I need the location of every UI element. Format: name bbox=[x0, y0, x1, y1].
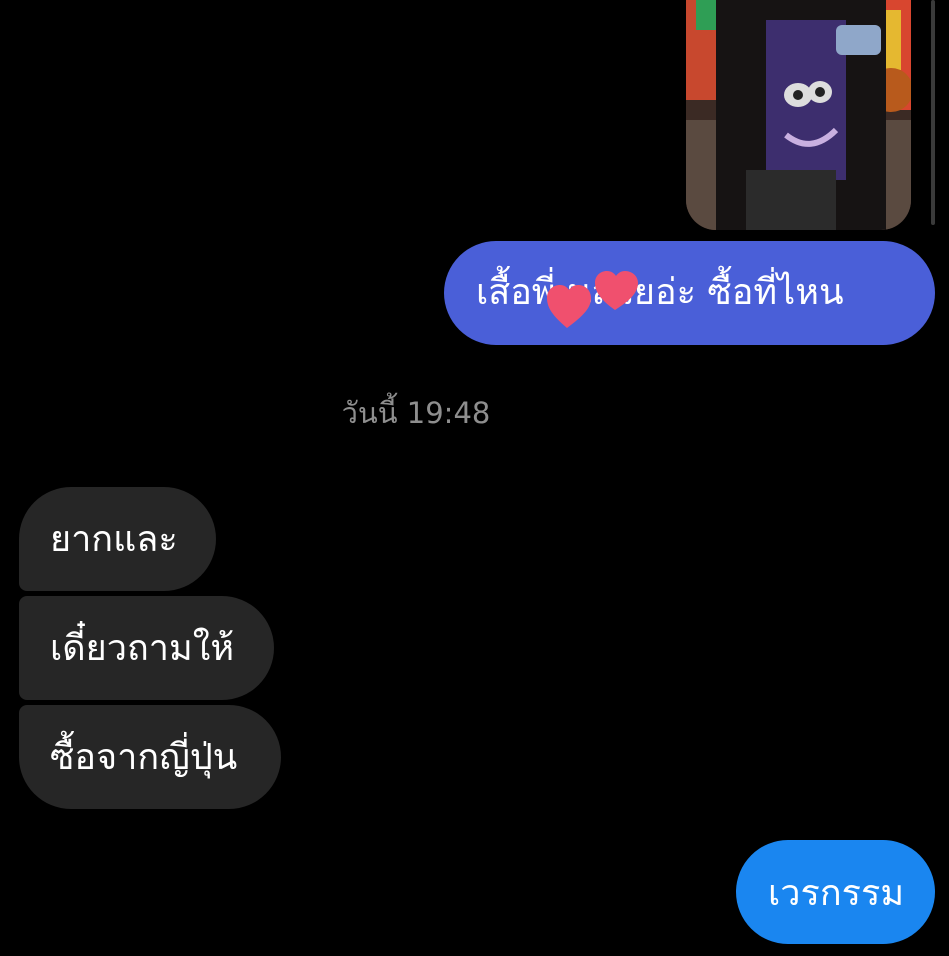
heart-sticker bbox=[547, 271, 638, 328]
scrollbar[interactable] bbox=[931, 0, 935, 225]
heart-icon bbox=[595, 271, 638, 310]
outgoing-message-bubble[interactable]: เวรกรรม bbox=[736, 840, 935, 944]
message-text: เดี๋ยวถามให้ bbox=[50, 628, 235, 669]
chat-thread: เสื้อพี่ นสวยอ่ะ ซื้อที่ไหน วันนี้ 19:48… bbox=[0, 0, 949, 956]
message-text: ซื้อจากญี่ปุ่น bbox=[50, 737, 238, 778]
outgoing-message-bubble[interactable]: เสื้อพี่ นสวยอ่ะ ซื้อที่ไหน bbox=[444, 241, 935, 345]
incoming-message-bubble[interactable]: ยากและ bbox=[19, 487, 216, 591]
timestamp: วันนี้ 19:48 bbox=[341, 396, 491, 430]
message-text: เวรกรรม bbox=[768, 873, 905, 914]
incoming-message-bubble[interactable]: เดี๋ยวถามให้ bbox=[19, 596, 274, 700]
message-text: เสื้อพี่ นสวยอ่ะ ซื้อที่ไหน bbox=[476, 272, 844, 313]
photo-image bbox=[686, 0, 911, 230]
shared-photo[interactable] bbox=[686, 0, 911, 230]
incoming-message-bubble[interactable]: ซื้อจากญี่ปุ่น bbox=[19, 705, 281, 809]
message-text: ยากและ bbox=[50, 519, 178, 560]
heart-icon bbox=[547, 285, 591, 328]
